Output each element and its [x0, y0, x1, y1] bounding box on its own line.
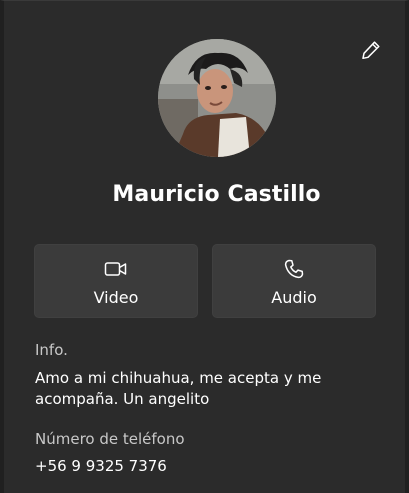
- edit-contact-button[interactable]: [358, 37, 384, 63]
- pencil-icon: [362, 41, 380, 60]
- video-call-button[interactable]: Video: [34, 244, 198, 318]
- video-label: Video: [93, 288, 139, 307]
- profile-photo: [158, 39, 276, 157]
- phone-number[interactable]: +56 9 9325 7376: [35, 456, 375, 477]
- phone-label: Número de teléfono: [35, 430, 185, 448]
- info-value: Amo a mi chihuahua, me acepta y me acomp…: [35, 369, 322, 408]
- avatar: [158, 39, 276, 157]
- audio-call-button[interactable]: Audio: [212, 244, 376, 318]
- contact-name: Mauricio Castillo: [112, 182, 321, 207]
- audio-label: Audio: [271, 288, 317, 307]
- info-label: Info.: [35, 341, 68, 359]
- phone-icon: [284, 259, 304, 279]
- video-camera-icon: [104, 262, 127, 276]
- contact-card: Mauricio Castillo Video Audio Info. Amo …: [0, 0, 409, 493]
